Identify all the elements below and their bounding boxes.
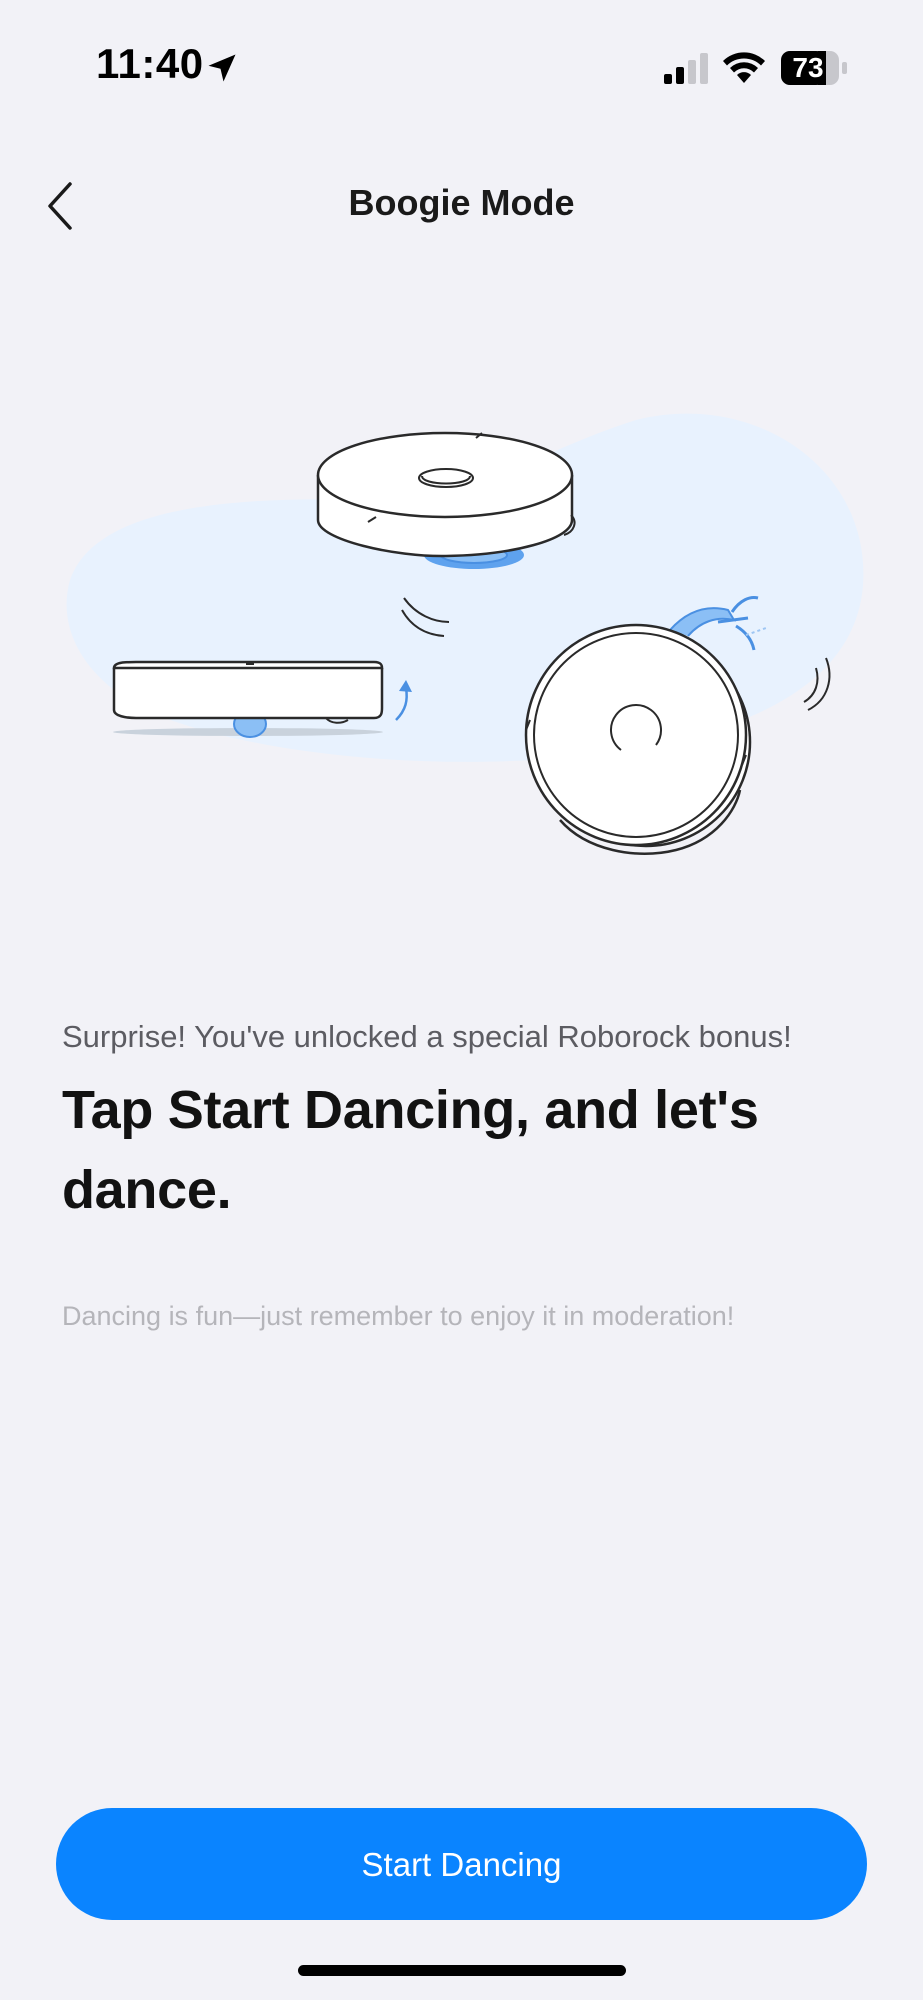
start-dancing-button[interactable]: Start Dancing: [56, 1808, 867, 1920]
robot-vacuums-illustration: [66, 413, 864, 855]
headline: Tap Start Dancing, and let's dance.: [62, 1080, 759, 1220]
bonus-subtitle: Surprise! You've unlocked a special Robo…: [62, 1019, 792, 1054]
battery-percentage: 73: [792, 52, 824, 83]
signal-icon: [664, 53, 708, 84]
navigation-bar: Boogie Mode: [0, 160, 923, 250]
home-indicator[interactable]: [298, 1965, 626, 1976]
moderation-note: Dancing is fun—just remember to enjoy it…: [62, 1301, 735, 1331]
content-section: Surprise! You've unlocked a special Robo…: [62, 1014, 862, 1334]
status-bar: 11:40 73: [0, 0, 923, 130]
status-time: 11:40: [96, 40, 204, 87]
wifi-icon: [723, 52, 765, 83]
location-arrow-icon: [208, 54, 236, 82]
page-title: Boogie Mode: [348, 182, 575, 223]
